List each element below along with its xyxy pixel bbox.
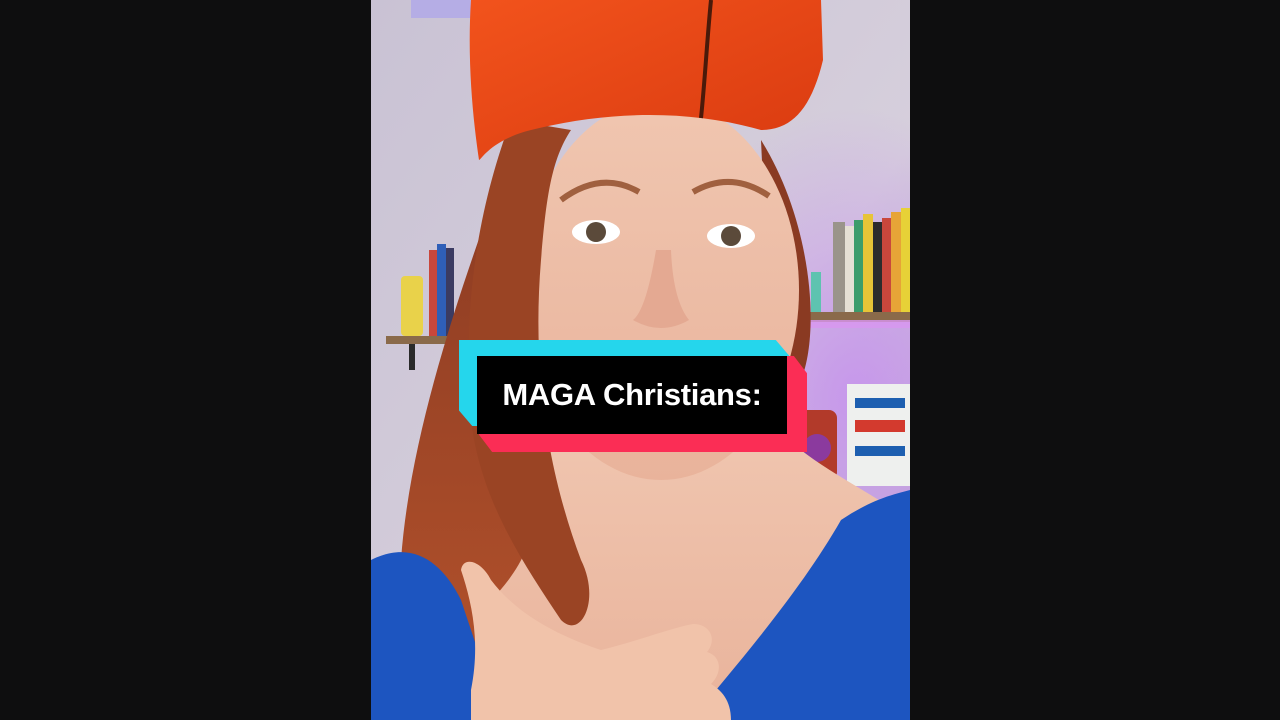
caption-text: MAGA Christians:: [502, 377, 762, 412]
letterbox-left: [0, 0, 371, 720]
letterbox-right: [910, 0, 1280, 720]
caption-sticker: MAGA Christians:: [459, 336, 809, 454]
video-player[interactable]: MAGA Christians:: [0, 0, 1280, 720]
